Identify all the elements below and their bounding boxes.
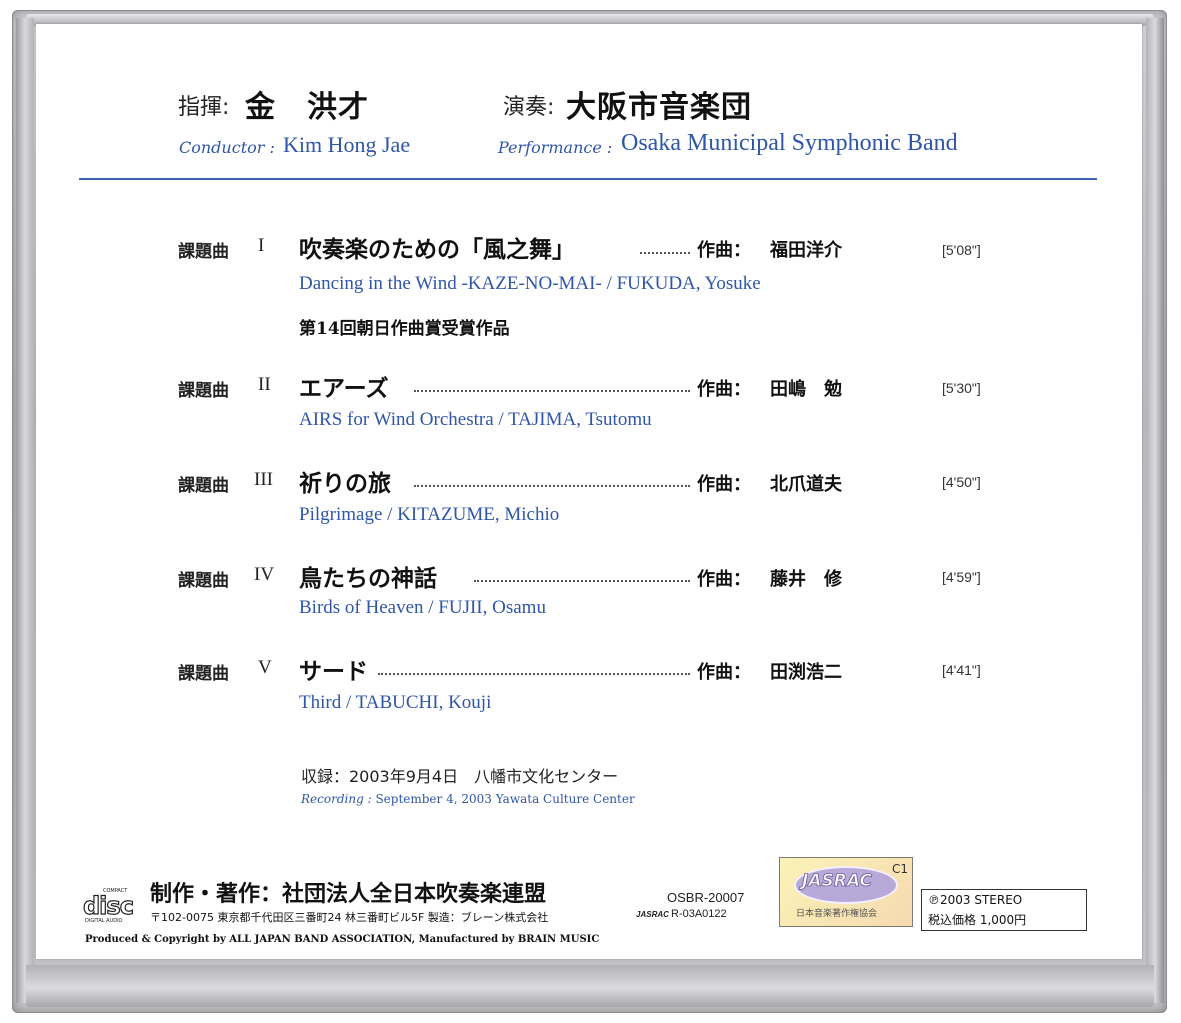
performance-en-label: Performance : — [498, 138, 613, 157]
production-en: Produced & Copyright by ALL JAPAN BAND A… — [85, 934, 600, 945]
track-numeral: I — [258, 235, 265, 256]
track-duration: [4'50"] — [942, 474, 981, 490]
jasrac-seal: JASRAC C1 日本音楽著作権協会 — [779, 857, 913, 927]
track-label: 課題曲 — [178, 664, 229, 684]
track-duration: [4'59"] — [942, 569, 981, 585]
logo-digital-audio-text: DIGITAL AUDIO — [85, 918, 123, 924]
track-english-title: AIRS for Wind Orchestra / TAJIMA, Tsutom… — [299, 409, 652, 430]
conductor-en-name: Kim Hong Jae — [283, 132, 411, 157]
jasrac-seal-subtext: 日本音楽著作権協会 — [796, 909, 878, 919]
jasrac-seal-text: JASRAC — [802, 871, 873, 892]
price-text: 税込価格 1,000円 — [928, 913, 1027, 927]
track-title: エアーズ — [299, 375, 389, 402]
catalog-number: OSBR-20007 — [667, 890, 745, 905]
performance-name: 大阪市音楽団 — [566, 90, 752, 125]
leader-dots — [414, 390, 690, 392]
conductor-en-label: Conductor : — [179, 138, 275, 157]
composer-label: 作曲： — [697, 569, 751, 590]
case-bottom-edge — [26, 965, 1154, 1007]
track-title: サード — [299, 658, 368, 685]
recording-en: Recording : September 4, 2003 Yawata Cul… — [301, 792, 635, 806]
cd-case: 指揮: 金 洪才 演奏: 大阪市音楽団 Conductor : Kim Hong… — [0, 0, 1181, 1023]
performance-label: 演奏: — [503, 95, 555, 120]
track-label: 課題曲 — [178, 242, 229, 262]
header-divider — [79, 178, 1097, 180]
recording-en-text: September 4, 2003 Yawata Culture Center — [375, 792, 635, 806]
copyright-stereo: ℗2003 STEREO — [928, 893, 1023, 907]
composer-name: 藤井 修 — [770, 569, 842, 590]
case-right-spine — [1146, 18, 1164, 1003]
track-title: 鳥たちの神話 — [299, 565, 437, 592]
composer-label: 作曲： — [697, 474, 751, 495]
performance-en-name: Osaka Municipal Symphonic Band — [621, 130, 958, 156]
composer-name: 福田洋介 — [770, 240, 842, 261]
composer-label: 作曲： — [697, 240, 751, 261]
leader-dots — [414, 485, 690, 487]
conductor-label: 指揮: — [178, 95, 230, 120]
jasrac-class: C1 — [892, 862, 909, 876]
recording-jp: 収録：2003年9月4日 八幡市文化センター — [301, 767, 619, 786]
composer-name: 田渕浩二 — [770, 662, 842, 683]
track-label: 課題曲 — [178, 571, 229, 591]
price-box: ℗2003 STEREO 税込価格 1,000円 — [921, 889, 1087, 931]
track-english-title: Dancing in the Wind -KAZE-NO-MAI- / FUKU… — [299, 273, 761, 294]
track-numeral: II — [258, 374, 271, 395]
award-note: 第14回朝日作曲賞受賞作品 — [299, 319, 510, 339]
track-title: 吹奏楽のための「風之舞」 — [299, 236, 575, 263]
composer-name: 田嶋 勉 — [770, 379, 842, 400]
track-label: 課題曲 — [178, 381, 229, 401]
track-english-title: Birds of Heaven / FUJII, Osamu — [299, 597, 546, 618]
jasrac-license-code: R-03A0122 — [671, 908, 727, 920]
track-duration: [4'41"] — [942, 662, 981, 678]
track-english-title: Third / TABUCHI, Kouji — [299, 692, 492, 713]
jasrac-small-logo: JASRAC — [636, 910, 669, 919]
track-duration: [5'30"] — [942, 380, 981, 396]
composer-label: 作曲： — [697, 379, 751, 400]
track-label: 課題曲 — [178, 476, 229, 496]
composer-name: 北爪道夫 — [770, 474, 842, 495]
address-line: 〒102-0075 東京都千代田区三番町24 林三番町ビル5F 製造：ブレーン株… — [150, 911, 549, 924]
track-numeral: V — [258, 657, 272, 678]
track-numeral: III — [254, 469, 273, 490]
recording-en-label: Recording : — [301, 792, 372, 806]
track-numeral: IV — [254, 564, 275, 585]
track-english-title: Pilgrimage / KITAZUME, Michio — [299, 504, 560, 525]
conductor-name: 金 洪才 — [245, 90, 369, 125]
track-title: 祈りの旅 — [299, 470, 391, 497]
logo-disc-text: disc — [82, 891, 134, 920]
leader-dots — [474, 580, 690, 582]
composer-label: 作曲： — [697, 662, 751, 683]
case-left-spine — [16, 18, 34, 1003]
compact-disc-logo: COMPACT disc DIGITAL AUDIO — [81, 888, 139, 926]
leader-dots — [640, 252, 690, 254]
track-duration: [5'08"] — [942, 242, 981, 258]
leader-dots — [378, 673, 690, 675]
production-jp: 制作・著作：社団法人全日本吹奏楽連盟 — [150, 882, 547, 907]
